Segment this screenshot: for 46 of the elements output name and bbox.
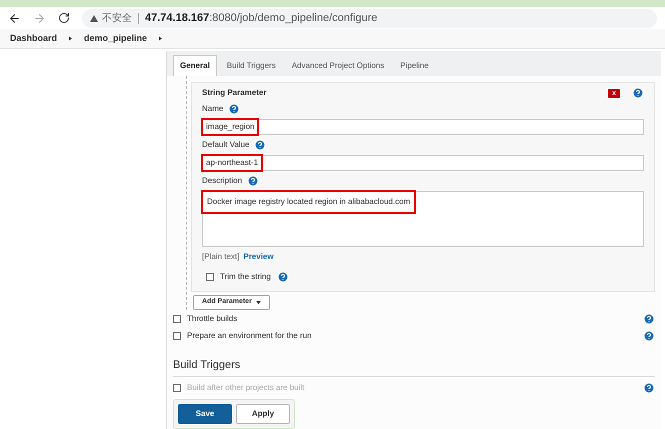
help-icon[interactable] xyxy=(632,87,644,99)
caret-icon xyxy=(159,36,162,41)
checkbox[interactable] xyxy=(206,273,214,281)
field-value: ap-northeast-1 xyxy=(201,154,264,172)
tab[interactable]: General xyxy=(173,55,217,76)
warning-icon xyxy=(90,14,98,22)
section-heading: Build Triggers xyxy=(173,357,655,376)
format-note: [Plain text] xyxy=(202,251,240,263)
help-icon[interactable] xyxy=(643,313,655,325)
checkbox-label: Throttle builds xyxy=(187,313,238,325)
input-field[interactable]: ap-northeast-1 xyxy=(202,155,644,171)
parameter-title: String Parameter xyxy=(202,87,266,99)
caret-icon xyxy=(256,300,261,304)
input-field[interactable]: image_region xyxy=(202,119,644,135)
save-button[interactable]: Save xyxy=(178,404,232,424)
breadcrumb-link[interactable]: Dashboard xyxy=(10,32,58,46)
field-value: image_region xyxy=(201,118,260,136)
url-text: 47.74.18.167:8080/job/demo_pipeline/configure xyxy=(145,10,378,26)
field-value: Docker image registry located region in alibabacloud.com xyxy=(201,190,416,214)
help-icon[interactable] xyxy=(643,330,655,342)
checkbox-label: Prepare an environment for the run xyxy=(187,330,313,342)
caret-icon xyxy=(69,36,72,41)
reload-icon[interactable] xyxy=(58,12,70,24)
field-label: Description xyxy=(202,175,242,187)
field-label: Default Value xyxy=(202,139,250,151)
breadcrumb-link[interactable]: demo_pipeline xyxy=(84,32,148,46)
help-icon[interactable] xyxy=(276,271,289,283)
checkbox[interactable] xyxy=(173,315,181,323)
checkbox-label: Trim the string xyxy=(220,271,271,283)
checkbox[interactable] xyxy=(173,384,181,392)
description-textarea[interactable]: Docker image registry located region in alibabacloud.com xyxy=(202,191,644,247)
back-icon[interactable] xyxy=(8,12,21,24)
checkbox-label: Build after other projects are built xyxy=(187,382,306,394)
help-icon[interactable] xyxy=(247,175,260,187)
checkbox[interactable] xyxy=(173,332,181,340)
preview-link[interactable]: Preview xyxy=(243,251,274,263)
help-icon[interactable] xyxy=(228,103,240,115)
tab[interactable]: Advanced Project Options xyxy=(286,55,390,76)
tab[interactable]: Build Triggers xyxy=(220,55,282,76)
help-icon[interactable] xyxy=(643,382,655,394)
help-icon[interactable] xyxy=(254,139,266,151)
apply-button[interactable]: Apply xyxy=(236,404,290,424)
field-label: Name xyxy=(202,103,224,115)
tab[interactable]: Pipeline xyxy=(394,55,435,76)
address-bar[interactable]: 不安全 47.74.18.167:8080/job/demo_pipeline/configure xyxy=(82,8,657,28)
security-label: 不安全 xyxy=(102,12,132,26)
